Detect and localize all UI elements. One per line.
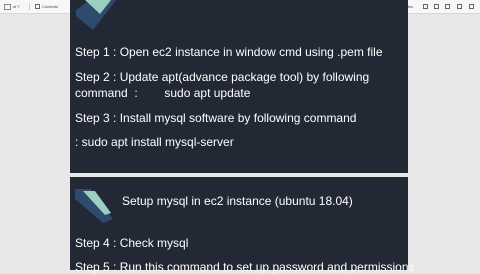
save-icon <box>469 4 474 9</box>
pdf-page-1: Step 1 : Open ec2 instance in window cmd… <box>70 0 408 173</box>
pdf-page-2: Setup mysql in ec2 instance (ubuntu 18.0… <box>70 177 415 274</box>
page-count: of 7 <box>13 4 20 9</box>
step-2-command: command : sudo apt update <box>75 86 251 100</box>
save-button[interactable] <box>469 0 474 13</box>
contents-button[interactable]: Contents <box>35 0 58 13</box>
erase-icon <box>445 4 450 9</box>
print-button[interactable] <box>457 0 462 13</box>
step-1-text: Step 1 : Open ec2 instance in window cmd… <box>75 45 383 59</box>
page-nav[interactable]: of 7 <box>4 0 20 13</box>
chevron-logo-icon <box>76 0 116 30</box>
highlight-button[interactable] <box>434 0 439 13</box>
step-3-command: : sudo apt install mysql-server <box>75 135 234 149</box>
step-2-text: Step 2 : Update apt(advance package tool… <box>75 70 370 84</box>
highlight-icon <box>434 4 439 9</box>
page-number-box[interactable] <box>4 3 11 10</box>
print-icon <box>457 4 462 9</box>
draw-icon <box>423 4 428 9</box>
slide-title: Setup mysql in ec2 instance (ubuntu 18.0… <box>122 194 353 208</box>
step-3-text: Step 3 : Install mysql software by follo… <box>75 111 357 125</box>
contents-icon <box>35 4 40 9</box>
chevron-logo-icon <box>75 189 113 223</box>
erase-button[interactable] <box>445 0 450 13</box>
step-4-text: Step 4 : Check mysql <box>75 236 189 250</box>
draw-button[interactable] <box>423 0 428 13</box>
step-5-text: Step 5 : Run this command to set up pass… <box>75 260 415 274</box>
toolbar-divider <box>29 3 30 10</box>
contents-label: Contents <box>42 4 59 9</box>
